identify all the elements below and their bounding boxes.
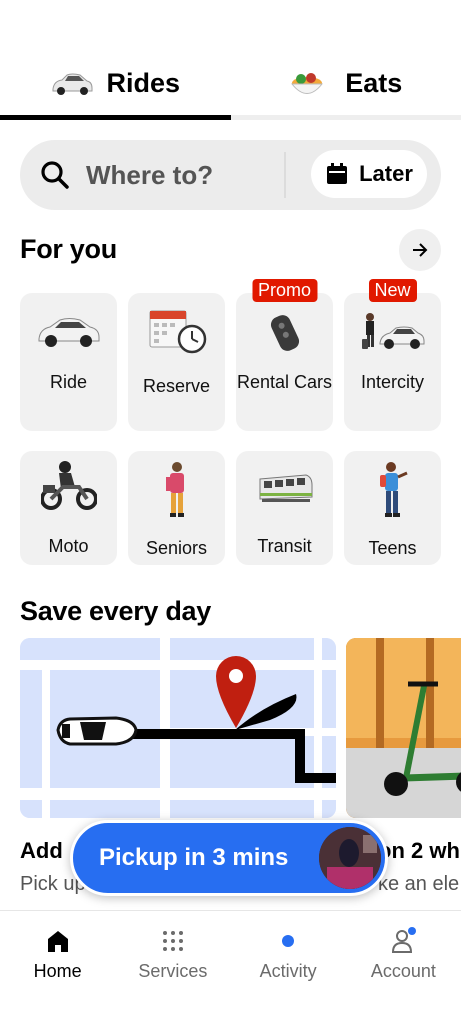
tile-rental-cars-label: Rental Cars (236, 372, 333, 392)
tile-reserve-label: Reserve (142, 376, 211, 396)
tile-rental-cars[interactable]: Promo Rental Cars (236, 279, 333, 431)
driver-avatar (319, 827, 381, 889)
promo-card-map[interactable] (20, 638, 336, 818)
bottom-navigation: Home Services Activity Account (0, 910, 461, 1024)
tile-moto[interactable]: Moto (20, 451, 117, 565)
grid-dots-icon (159, 927, 187, 955)
person-icon (389, 927, 417, 955)
promo-badge: Promo (251, 279, 318, 302)
tile-teens-label: Teens (368, 538, 417, 558)
nav-account-label: Account (370, 961, 436, 981)
for-you-see-all-button[interactable] (399, 229, 441, 271)
for-you-title: For you (20, 234, 117, 264)
tile-intercity[interactable]: New Intercity (344, 279, 441, 431)
top-tabs: Rides Eats (0, 52, 461, 120)
where-to-search[interactable]: Where to? Later (20, 140, 441, 210)
nav-home[interactable]: Home (0, 911, 115, 1024)
promo-card-scooter-subtitle: ke an ele (378, 873, 460, 895)
nav-home-label: Home (33, 961, 82, 981)
tile-transit-label: Transit (257, 536, 312, 556)
tab-rides-label: Rides (106, 68, 181, 98)
later-label: Later (359, 161, 413, 186)
nav-account[interactable]: Account (346, 911, 461, 1024)
nav-services-label: Services (138, 961, 208, 981)
promo-card-scooter-title: on 2 wh (378, 838, 460, 863)
tile-seniors-label: Seniors (145, 538, 208, 558)
search-divider (284, 152, 286, 198)
for-you-row-1: Ride Reserve Promo Rental Cars New Inter… (20, 279, 441, 431)
motorcycle-icon (39, 459, 98, 516)
food-bowl-icon (289, 69, 333, 99)
search-icon (41, 161, 69, 189)
tab-eats-label: Eats (345, 68, 403, 98)
teen-person-icon (376, 461, 410, 524)
new-badge: New (368, 279, 417, 302)
car-icon (36, 311, 102, 356)
pickup-status-label: Pickup in 3 mins (99, 844, 289, 871)
for-you-row-2: Moto Seniors Transit Teens (20, 451, 441, 565)
save-every-day-title: Save every day (20, 596, 211, 626)
promo-card-map-title: Add (20, 838, 63, 863)
traveler-car-icon (360, 311, 426, 360)
arrow-right-icon (413, 243, 428, 257)
pickup-status-pill[interactable]: Pickup in 3 mins (70, 820, 388, 896)
tile-moto-label: Moto (48, 536, 89, 556)
activity-dot-icon (274, 927, 302, 955)
later-button[interactable]: Later (311, 150, 427, 198)
car-key-icon (263, 311, 307, 360)
promo-card-scooter[interactable] (346, 638, 461, 818)
tab-eats[interactable]: Eats (230, 52, 461, 120)
tile-transit[interactable]: Transit (236, 451, 333, 565)
calendar-clock-icon (146, 307, 208, 360)
tile-ride-label: Ride (49, 372, 88, 392)
tile-seniors[interactable]: Seniors (128, 451, 225, 565)
car-icon (50, 69, 94, 99)
home-icon (44, 927, 72, 955)
calendar-icon (327, 163, 348, 184)
nav-services[interactable]: Services (115, 911, 230, 1024)
nav-activity[interactable]: Activity (231, 911, 346, 1024)
tile-teens[interactable]: Teens (344, 451, 441, 565)
search-placeholder: Where to? (86, 159, 214, 190)
tab-rides[interactable]: Rides (0, 52, 231, 120)
train-icon (256, 471, 314, 512)
map-route-illustration (20, 638, 336, 818)
senior-person-icon (162, 461, 192, 524)
nav-activity-label: Activity (259, 961, 317, 981)
tile-reserve[interactable]: Reserve (128, 293, 225, 431)
tile-intercity-label: Intercity (360, 372, 425, 392)
scooter-illustration (346, 638, 461, 818)
tile-ride[interactable]: Ride (20, 293, 117, 431)
